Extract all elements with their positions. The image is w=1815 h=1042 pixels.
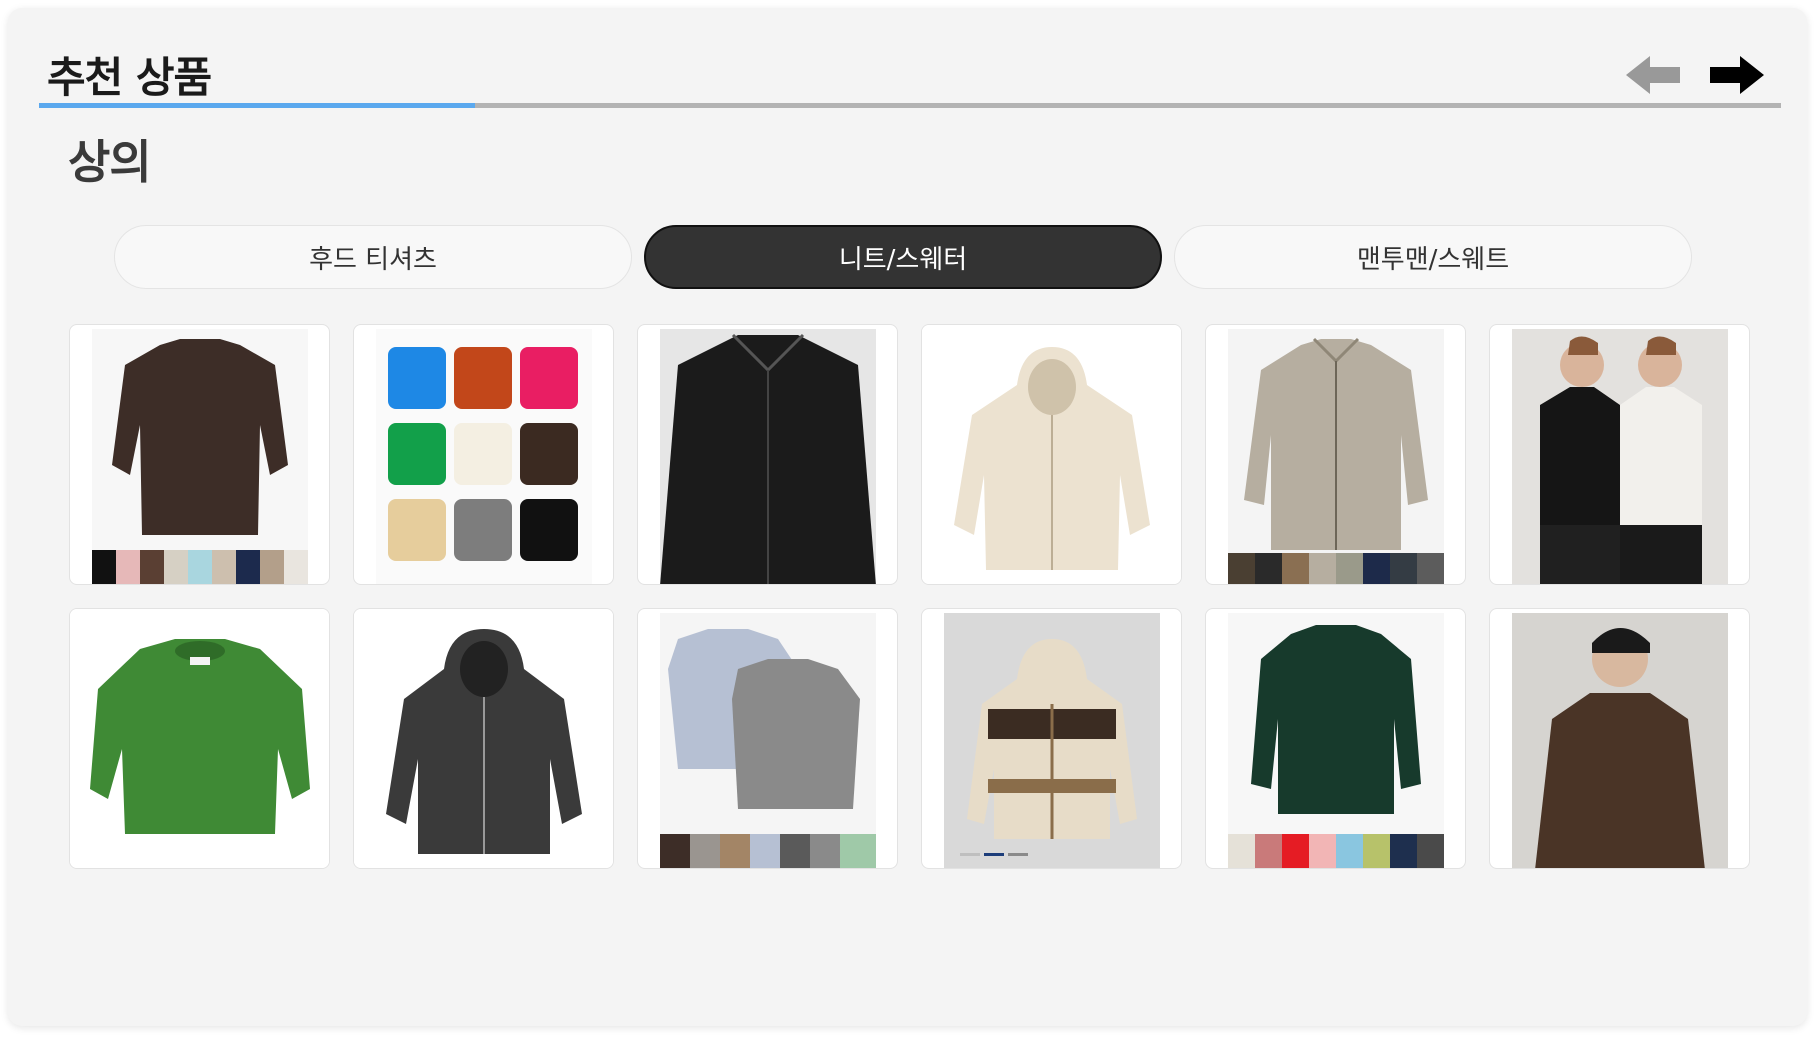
- product-card[interactable]: [637, 608, 898, 869]
- product-image: [1228, 613, 1444, 868]
- product-image: [922, 325, 1181, 584]
- subcategory-tabs: 후드 티셔츠 니트/스웨터 맨투맨/스웨트: [114, 225, 1704, 295]
- product-image: [944, 613, 1160, 868]
- product-card[interactable]: [637, 324, 898, 585]
- product-image: [660, 613, 876, 868]
- product-image: [354, 609, 613, 868]
- next-button[interactable]: [1706, 50, 1766, 100]
- product-image: [70, 609, 329, 868]
- arrow-right-icon: [1710, 56, 1764, 94]
- product-card[interactable]: [353, 324, 614, 585]
- product-card[interactable]: [1205, 608, 1466, 869]
- category-title: 상의: [68, 135, 152, 189]
- section-title: 추천 상품: [47, 53, 212, 102]
- product-card[interactable]: [1205, 324, 1466, 585]
- product-image: [1512, 329, 1728, 584]
- tab-sweatshirt[interactable]: 맨투맨/스웨트: [1174, 225, 1692, 289]
- product-card[interactable]: [1489, 608, 1750, 869]
- product-image: [376, 329, 592, 584]
- product-card[interactable]: [69, 324, 330, 585]
- product-card[interactable]: [1489, 324, 1750, 585]
- product-image: [1512, 613, 1728, 868]
- product-card[interactable]: [921, 324, 1182, 585]
- previous-button[interactable]: [1624, 50, 1684, 100]
- product-image: [92, 329, 308, 584]
- recommended-products-panel: 추천 상품 상의 후드 티셔츠 니트/스웨터 맨투맨/스웨트: [8, 8, 1807, 1026]
- progress-track: [39, 103, 1781, 108]
- arrow-left-icon: [1626, 56, 1680, 94]
- product-grid: [69, 324, 1759, 869]
- tab-hood-tshirt[interactable]: 후드 티셔츠: [114, 225, 632, 289]
- progress-fill: [39, 103, 475, 108]
- product-card[interactable]: [921, 608, 1182, 869]
- product-card[interactable]: [69, 608, 330, 869]
- section-header: 추천 상품: [39, 36, 1781, 111]
- product-card[interactable]: [353, 608, 614, 869]
- product-image: [660, 329, 876, 584]
- tab-knit-sweater[interactable]: 니트/스웨터: [644, 225, 1162, 289]
- product-image: [1228, 329, 1444, 584]
